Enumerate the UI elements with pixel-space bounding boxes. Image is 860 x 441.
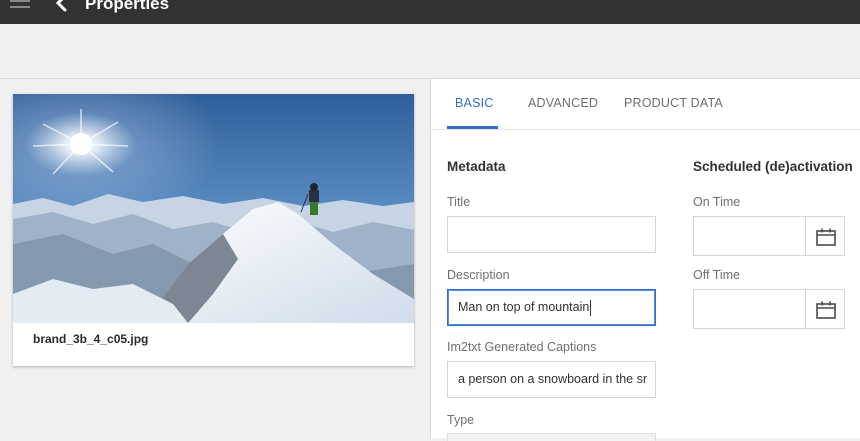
asset-filename: brand_3b_4_c05.jpg <box>33 332 149 346</box>
off-time-label: Off Time <box>693 268 741 282</box>
captions-field[interactable]: a person on a snowboard in the sr <box>447 361 656 398</box>
type-label: Type <box>447 413 475 427</box>
off-time-field[interactable] <box>693 289 806 329</box>
on-time-calendar-button[interactable] <box>805 216 845 256</box>
top-bar: Properties <box>0 0 860 24</box>
schedule-heading: Scheduled (de)activation <box>693 159 853 174</box>
hamburger-icon[interactable] <box>10 0 30 10</box>
description-label: Description <box>447 268 510 282</box>
title-field[interactable] <box>447 216 656 253</box>
description-value: Man on top of mountain <box>458 300 590 314</box>
tab-basic[interactable]: BASIC <box>455 96 494 110</box>
calendar-icon <box>816 301 836 319</box>
on-time-label: On Time <box>693 195 741 209</box>
off-time-calendar-button[interactable] <box>805 289 845 329</box>
tab-product-data[interactable]: PRODUCT DATA <box>624 96 723 110</box>
metadata-heading: Metadata <box>447 159 506 174</box>
properties-form: BASIC ADVANCED PRODUCT DATA Metadata Tit… <box>431 79 860 441</box>
asset-thumbnail <box>13 94 414 323</box>
page-title: Properties <box>85 0 170 13</box>
tab-bar: BASIC ADVANCED PRODUCT DATA <box>431 79 860 130</box>
text-caret <box>590 299 592 316</box>
asset-card[interactable]: brand_3b_4_c05.jpg <box>13 94 414 366</box>
active-tab-indicator <box>447 126 498 129</box>
action-bar <box>0 24 860 79</box>
captions-label: Im2txt Generated Captions <box>447 340 597 354</box>
on-time-field[interactable] <box>693 216 806 256</box>
chevron-left-icon[interactable] <box>52 0 72 14</box>
calendar-icon <box>816 228 836 246</box>
description-field[interactable]: Man on top of mountain <box>447 289 656 326</box>
title-label: Title <box>447 195 471 209</box>
type-field[interactable] <box>447 433 656 441</box>
asset-pane: brand_3b_4_c05.jpg <box>0 79 431 438</box>
tab-advanced[interactable]: ADVANCED <box>528 96 598 110</box>
